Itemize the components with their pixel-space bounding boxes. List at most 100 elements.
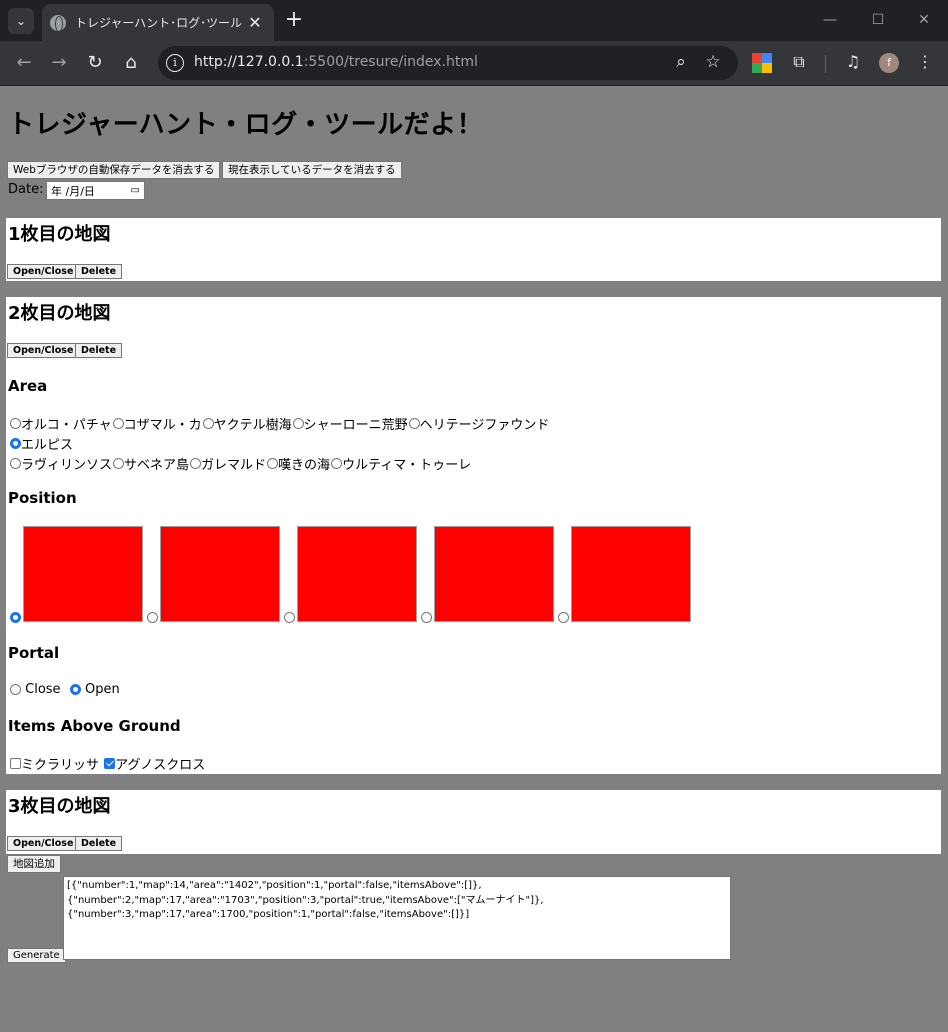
address-bar[interactable]: i http://127.0.0.1:5500/tresure/index.ht… xyxy=(158,46,738,80)
item-option-1[interactable]: ミクラリッサ xyxy=(10,754,99,773)
portal-heading: Portal xyxy=(8,644,60,662)
position-map-image[interactable] xyxy=(160,526,280,622)
date-placeholder: 年 /月/日 xyxy=(51,184,95,198)
area-radio[interactable] xyxy=(113,458,125,469)
area-option[interactable]: ウルティマ・トゥーレ xyxy=(331,454,471,473)
portal-close-radio[interactable] xyxy=(10,684,21,695)
area-radio[interactable] xyxy=(267,458,279,469)
url-text[interactable]: http://127.0.0.1:5500/tresure/index.html xyxy=(194,54,478,70)
position-map-image[interactable] xyxy=(571,526,691,622)
open-close-button[interactable]: Open/Close xyxy=(7,264,80,279)
map-panel-3: 3枚目の地図 Open/Close Delete xyxy=(6,790,941,854)
menu-icon[interactable]: ⋮ xyxy=(914,52,936,71)
area-row-1: オルコ・パチャ コザマル・カ ヤクテル樹海 シャーローニ荒野 ヘリテージファウンド xyxy=(10,414,550,433)
area-label: ラヴィリンソス xyxy=(21,458,113,473)
position-heading: Position xyxy=(8,489,77,507)
delete-button[interactable]: Delete xyxy=(75,264,123,279)
area-radio[interactable] xyxy=(10,438,21,449)
position-radio[interactable] xyxy=(558,612,569,623)
open-close-button[interactable]: Open/Close xyxy=(7,343,80,358)
new-tab-button[interactable]: + xyxy=(282,8,306,32)
item-checkbox-2[interactable] xyxy=(104,758,116,769)
info-icon[interactable]: i xyxy=(166,54,184,72)
open-close-button[interactable]: Open/Close xyxy=(7,836,80,851)
area-option[interactable]: サベネア島 xyxy=(113,454,189,473)
position-map-image[interactable] xyxy=(23,526,143,622)
area-option[interactable]: エルピス xyxy=(10,434,73,453)
portal-close-option[interactable]: Close xyxy=(10,682,61,697)
area-option[interactable]: シャーローニ荒野 xyxy=(292,414,408,433)
portal-group: Close Open xyxy=(10,682,121,697)
items-group: ミクラリッサ アグノスクロス xyxy=(10,754,206,773)
maximize-icon[interactable]: ☐ xyxy=(866,8,890,32)
browser-toolbar: ← → ↻ ⌂ i http://127.0.0.1:5500/tresure/… xyxy=(0,41,948,86)
area-radio[interactable] xyxy=(112,418,124,429)
area-row-2: エルピス xyxy=(10,434,74,453)
area-option[interactable]: オルコ・パチャ xyxy=(10,414,112,433)
area-label: ウルティマ・トゥーレ xyxy=(342,458,472,473)
area-option[interactable]: ラヴィリンソス xyxy=(10,454,112,473)
area-label: ヘリテージファウンド xyxy=(419,418,550,433)
add-map-button[interactable]: 地図追加 xyxy=(7,855,61,873)
area-radio[interactable] xyxy=(202,418,214,429)
toolbar-divider xyxy=(825,55,826,73)
home-icon[interactable]: ⌂ xyxy=(119,51,143,75)
area-radio[interactable] xyxy=(10,418,21,429)
map-panel-2: 2枚目の地図 Open/Close Delete Area オルコ・パチャ コザマ… xyxy=(6,297,941,774)
calendar-icon[interactable]: ▭ xyxy=(131,185,140,196)
area-label: エルピス xyxy=(21,438,74,453)
area-option[interactable]: ヤクテル樹海 xyxy=(202,414,292,433)
position-radio[interactable] xyxy=(147,612,158,623)
browser-tab[interactable]: トレジャーハント･ログ･ツール ✕ xyxy=(42,4,274,41)
delete-button[interactable]: Delete xyxy=(75,836,123,851)
position-map-image[interactable] xyxy=(297,526,417,622)
back-icon[interactable]: ← xyxy=(12,51,36,75)
star-icon[interactable]: ☆ xyxy=(702,52,724,72)
generate-button[interactable]: Generate xyxy=(7,948,66,963)
area-option[interactable]: ガレマルド xyxy=(190,454,266,473)
item-option-2[interactable]: アグノスクロス xyxy=(104,754,205,773)
items-heading: Items Above Ground xyxy=(8,717,181,735)
portal-open-radio[interactable] xyxy=(69,684,81,695)
map-title: 1枚目の地図 xyxy=(8,224,111,245)
date-input[interactable]: 年 /月/日 ▭ xyxy=(46,181,145,200)
position-radio[interactable] xyxy=(421,612,432,623)
area-radio[interactable] xyxy=(292,418,304,429)
area-radio[interactable] xyxy=(10,458,21,469)
delete-button[interactable]: Delete xyxy=(75,343,123,358)
media-icon[interactable]: ♫ xyxy=(842,52,864,71)
area-radio[interactable] xyxy=(331,458,343,469)
close-window-icon[interactable]: ✕ xyxy=(912,8,936,32)
area-option[interactable]: コザマル・カ xyxy=(112,414,202,433)
google-extension-icon[interactable] xyxy=(752,53,772,73)
json-output[interactable]: [{"number":1,"map":14,"area":"1402","pos… xyxy=(63,876,731,960)
area-radio[interactable] xyxy=(408,418,420,429)
area-option[interactable]: 嘆きの海 xyxy=(267,454,330,473)
forward-icon[interactable]: → xyxy=(47,51,71,75)
area-label: 嘆きの海 xyxy=(278,458,331,473)
tab-close-icon[interactable]: ✕ xyxy=(244,13,266,32)
area-label: コザマル・カ xyxy=(123,418,202,433)
area-label: ヤクテル樹海 xyxy=(213,418,292,433)
reload-icon[interactable]: ↻ xyxy=(83,51,107,75)
page-title: トレジャーハント・ログ・ツールだよ！ xyxy=(8,110,484,140)
clear-display-button[interactable]: 現在表示しているデータを消去する xyxy=(222,161,402,179)
position-map-image[interactable] xyxy=(434,526,554,622)
avatar[interactable]: f xyxy=(879,53,899,73)
extension-icon[interactable]: ⧉ xyxy=(788,52,810,72)
globe-icon xyxy=(50,14,66,32)
area-radio[interactable] xyxy=(190,458,202,469)
item-checkbox-1[interactable] xyxy=(10,758,21,769)
position-radio[interactable] xyxy=(284,612,295,623)
area-label: サベネア島 xyxy=(124,458,190,473)
tab-search-icon[interactable]: ⌄ xyxy=(8,8,34,34)
tab-title: トレジャーハント･ログ･ツール xyxy=(75,16,243,30)
area-row-3: ラヴィリンソス サベネア島 ガレマルド 嘆きの海 ウルティマ・トゥーレ xyxy=(10,454,472,473)
area-label: シャーローニ荒野 xyxy=(303,418,408,433)
clear-storage-button[interactable]: Webブラウザの自動保存データを消去する xyxy=(7,161,221,179)
zoom-icon[interactable]: ⌕ xyxy=(670,52,692,72)
minimize-icon[interactable]: — xyxy=(818,8,842,32)
portal-open-option[interactable]: Open xyxy=(69,682,120,697)
position-radio[interactable] xyxy=(10,612,21,623)
area-option[interactable]: ヘリテージファウンド xyxy=(408,414,550,433)
